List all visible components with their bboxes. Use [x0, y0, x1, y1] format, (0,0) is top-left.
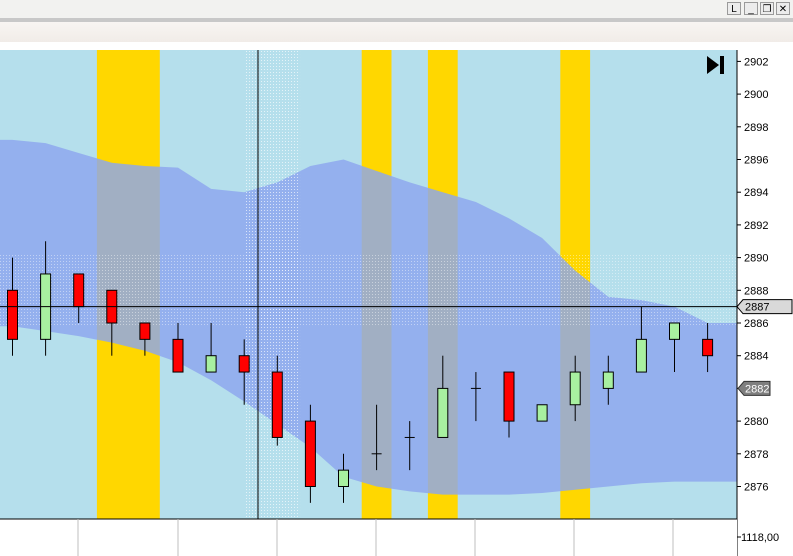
axis-tick-label: 2878 [744, 449, 768, 461]
candle-body [7, 289, 18, 340]
lower-pane-background [0, 519, 737, 556]
candle-body [172, 338, 184, 373]
axis-tick-label: 2892 [744, 220, 768, 232]
candle-body [635, 338, 647, 373]
candle-body [536, 404, 548, 422]
current-price-label: 2887 [745, 302, 769, 314]
candle-body [702, 338, 714, 357]
candle-body [205, 355, 217, 373]
candle-body [437, 387, 449, 438]
candle-body [139, 322, 151, 340]
candle-body [338, 469, 349, 487]
axis-tick-label: 2890 [744, 253, 768, 265]
axis-tick-label: 2876 [744, 482, 768, 494]
axis-tick-label: 2888 [744, 285, 768, 297]
axis-tick-label: 2896 [744, 155, 768, 167]
candle-body [669, 322, 680, 340]
axis-tick-label: 2898 [744, 122, 768, 134]
lower-pane-value-label: 1118,00 [741, 532, 779, 544]
axis-tick-label: 2880 [744, 416, 768, 428]
marker-price-label: 2882 [745, 383, 769, 395]
candlestick-chart[interactable]: 2876 2878 2880 2882 2884 2886 2888 2890 2892 2894… [0, 0, 793, 556]
axis-tick-label: 2902 [744, 56, 768, 68]
axis-tick-label: 2894 [744, 187, 768, 199]
price-axis: 2876 2878 2880 2882 2884 2886 2888 2890 2892 2894… [736, 50, 793, 556]
axis-tick-label: 2900 [744, 89, 768, 101]
candle-body [238, 355, 250, 373]
candle-body [73, 273, 85, 308]
axis-tick-label: 2886 [744, 318, 768, 330]
candle-body [271, 371, 283, 438]
candle-body [602, 371, 614, 389]
candle-body [569, 371, 581, 406]
candle-body [503, 371, 515, 422]
axis-tick-label: 2884 [744, 351, 768, 363]
candle-body [304, 420, 316, 488]
lower-pane: 1118,00 [0, 518, 779, 556]
